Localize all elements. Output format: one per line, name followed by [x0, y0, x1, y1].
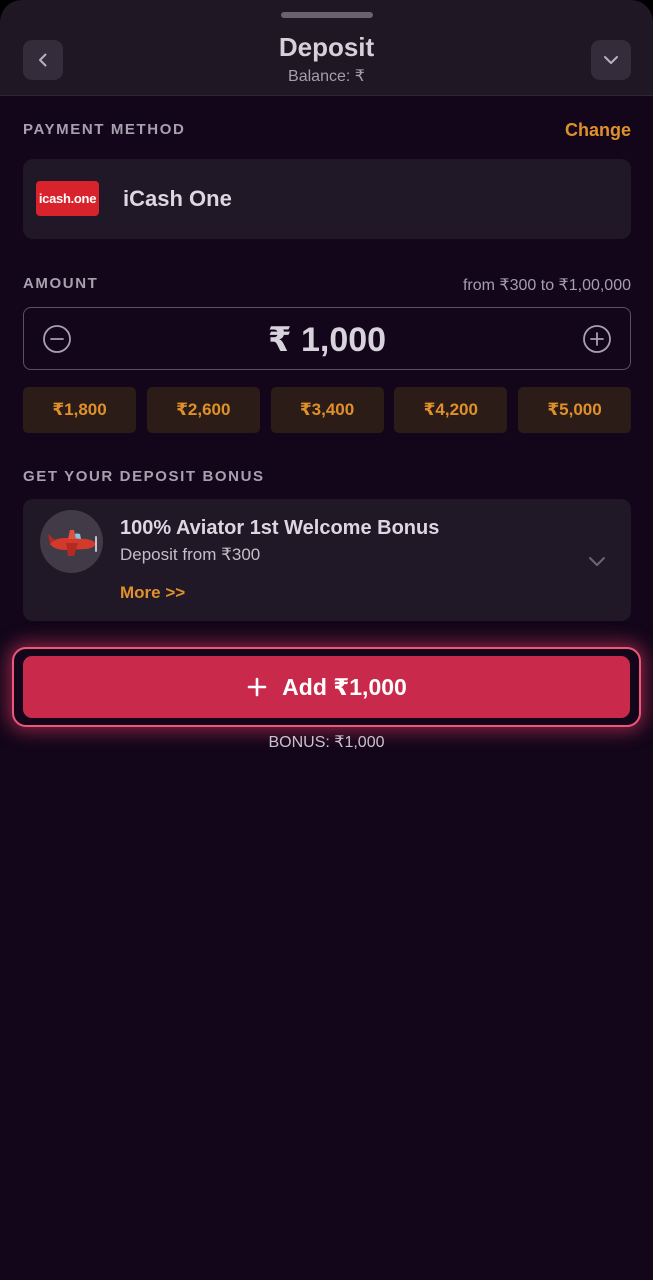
chevron-down-icon — [604, 56, 618, 64]
bonus-more-link[interactable]: More >> — [120, 583, 185, 603]
deposit-sheet: Deposit Balance: ₹ PAYMENT METHOD Change… — [0, 0, 653, 1280]
header: Deposit Balance: ₹ — [0, 0, 653, 96]
plus-icon — [247, 677, 267, 697]
page-title: Deposit — [278, 32, 375, 62]
drag-handle[interactable] — [281, 12, 373, 18]
airplane-icon — [47, 529, 97, 556]
deposit-bonus-label: GET YOUR DEPOSIT BONUS — [23, 468, 265, 485]
bonus-title: 100% Aviator 1st Welcome Bonus — [120, 517, 440, 539]
plus-circle-icon — [583, 325, 611, 353]
add-button-label: Add ₹1,000 — [282, 673, 407, 700]
amount-value: ₹ 1,000 — [267, 321, 387, 359]
preset-amount-button[interactable]: ₹5,000 — [518, 387, 631, 433]
preset-amount-button[interactable]: ₹3,400 — [270, 387, 384, 433]
amount-presets: ₹1,800 ₹2,600 ₹3,400 ₹4,200 ₹5,000 — [23, 387, 631, 433]
collapse-button[interactable] — [591, 40, 631, 80]
preset-amount-button[interactable]: ₹2,600 — [146, 387, 260, 433]
change-method-link[interactable]: Change — [565, 120, 631, 141]
preset-amount-button[interactable]: ₹1,800 — [23, 387, 136, 433]
add-deposit-button[interactable]: Add ₹1,000 — [23, 656, 630, 718]
balance-text: Balance: ₹ — [288, 68, 365, 85]
increase-amount-button[interactable] — [582, 324, 612, 354]
payment-method-name: iCash One — [123, 186, 232, 211]
payment-method-card[interactable]: icash.one iCash One — [23, 159, 631, 239]
preset-amount-button[interactable]: ₹4,200 — [394, 387, 508, 433]
bonus-amount-note: BONUS: ₹1,000 — [268, 734, 385, 751]
add-button-frame: Add ₹1,000 — [12, 647, 641, 727]
bonus-subtitle: Deposit from ₹300 — [120, 545, 261, 564]
amount-range: from ₹300 to ₹1,00,000 — [462, 277, 631, 294]
chevron-down-icon[interactable] — [585, 549, 609, 573]
amount-input[interactable]: ₹ 1,000 — [23, 307, 631, 370]
bonus-avatar — [40, 510, 103, 573]
bonus-card[interactable]: 100% Aviator 1st Welcome Bonus Deposit f… — [23, 499, 631, 621]
icash-one-logo: icash.one — [36, 181, 99, 216]
payment-method-label: PAYMENT METHOD — [23, 121, 186, 138]
amount-label: AMOUNT — [23, 275, 99, 292]
